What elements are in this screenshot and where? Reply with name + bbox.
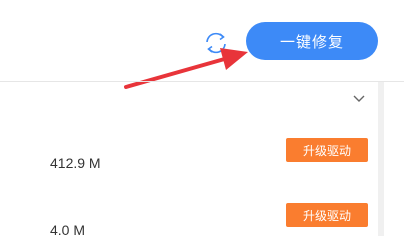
- upgrade-driver-button[interactable]: 升级驱动: [286, 138, 368, 162]
- fix-all-button[interactable]: 一键修复: [246, 22, 378, 60]
- upgrade-driver-button[interactable]: 升级驱动: [286, 203, 368, 227]
- scrollbar[interactable]: [378, 82, 384, 236]
- chevron-down-icon[interactable]: [352, 91, 366, 102]
- list-item: 4.0 M 升级驱动: [0, 203, 378, 240]
- refresh-icon[interactable]: [202, 29, 230, 57]
- list-item: 412.9 M 升级驱动: [0, 138, 378, 182]
- driver-size: 412.9 M: [50, 155, 101, 171]
- driver-repair-panel: 一键修复 412.9 M 升级驱动 4.0 M 升级驱动: [0, 0, 404, 238]
- header-divider: [0, 81, 404, 82]
- driver-size: 4.0 M: [50, 222, 86, 238]
